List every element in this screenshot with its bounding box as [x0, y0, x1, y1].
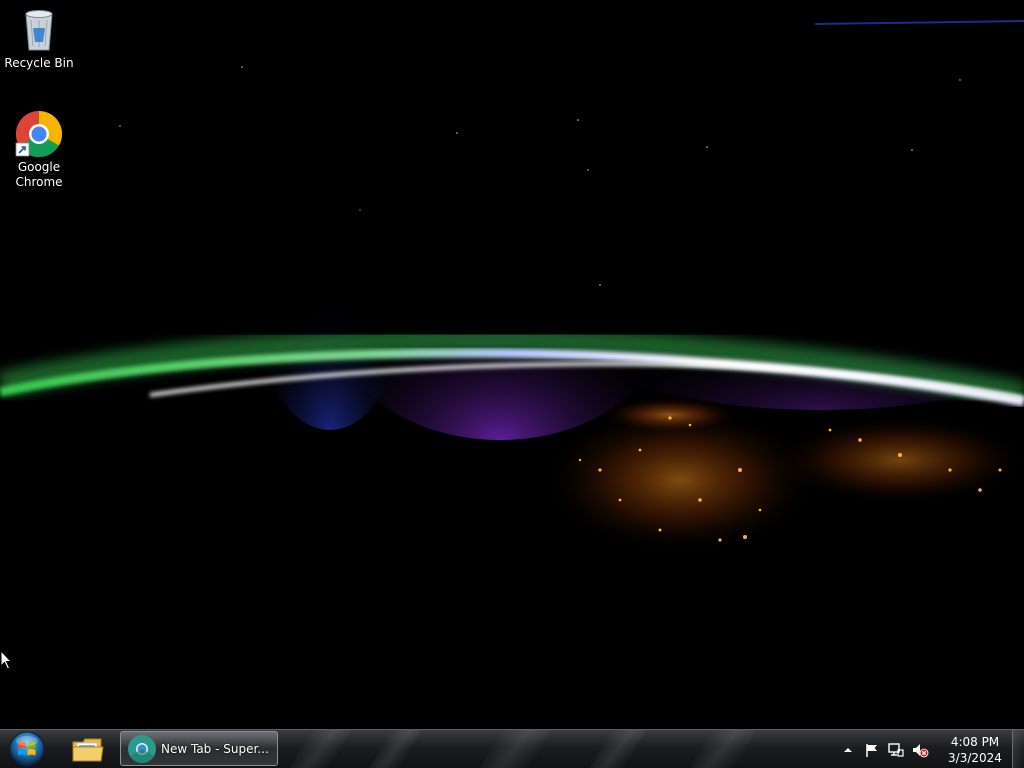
- chrome-icon: [15, 110, 63, 158]
- taskbar-glass-streak: [368, 730, 422, 768]
- file-explorer-icon: [72, 738, 104, 762]
- taskbar-glass-streak: [688, 730, 757, 768]
- taskbar-button-chrome[interactable]: New Tab - Super...: [120, 731, 278, 766]
- clock-date: 3/3/2024: [948, 750, 1002, 765]
- show-hidden-icons-arrow-icon[interactable]: [839, 741, 857, 759]
- action-center-flag-icon[interactable]: [863, 741, 881, 759]
- notification-area: 4:08 PM 3/3/2024: [836, 730, 1010, 768]
- chrome-icon: [127, 734, 157, 764]
- windows-start-orb-icon: [9, 731, 45, 767]
- taskbar-pinned-explorer[interactable]: [62, 731, 114, 767]
- clock-time: 4:08 PM: [950, 734, 1000, 749]
- desktop-icon-google-chrome[interactable]: Google Chrome: [1, 110, 77, 190]
- start-button[interactable]: [4, 731, 50, 767]
- taskbar: New Tab - Super... 4:08 PM 3/3/2024: [0, 729, 1024, 768]
- desktop: Recycle Bin Google Chrome: [0, 0, 1024, 729]
- wallpaper-earth-aurora: [0, 0, 1024, 729]
- desktop-icon-recycle-bin[interactable]: Recycle Bin: [1, 6, 77, 71]
- show-desktop-button[interactable]: [1012, 730, 1024, 768]
- taskbar-glass-streak: [288, 730, 352, 768]
- taskbar-button-label: New Tab - Super...: [161, 741, 269, 756]
- taskbar-glass-streak: [478, 730, 552, 768]
- volume-muted-icon[interactable]: [911, 741, 929, 759]
- clock[interactable]: 4:08 PM 3/3/2024: [940, 734, 1010, 766]
- mouse-pointer-icon: [0, 650, 13, 670]
- desktop-icon-label: Recycle Bin: [4, 56, 74, 70]
- recycle-bin-icon: [15, 6, 63, 54]
- taskbar-glass-streak: [588, 730, 647, 768]
- desktop-icon-label: Google Chrome: [15, 160, 63, 189]
- network-icon[interactable]: [887, 741, 905, 759]
